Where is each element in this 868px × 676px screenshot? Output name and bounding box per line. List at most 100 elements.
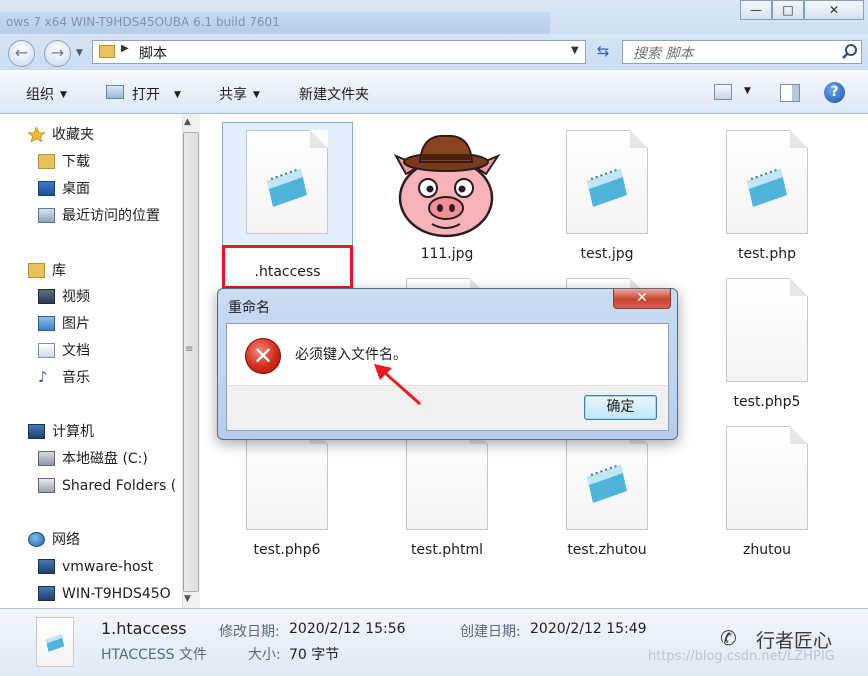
- command-bar: 组织 ▼ 打开 ▼ 共享 ▼ 新建文件夹 ▼ ?: [0, 72, 868, 114]
- navigation-pane: 收藏夹 下载 桌面 最近访问的位置 库 视频 图片 文档 ♪ 音乐 计算机 本地…: [0, 114, 200, 608]
- document-icon: [566, 426, 648, 530]
- star-icon: [28, 127, 45, 142]
- document-icon: [726, 130, 808, 234]
- file-name: test.php: [738, 246, 796, 262]
- ok-button[interactable]: 确定: [584, 395, 657, 420]
- videos-icon: [38, 289, 55, 304]
- computer-icon: [28, 424, 45, 439]
- music-icon: ♪: [38, 368, 48, 386]
- dialog-message: 必须键入文件名。: [295, 347, 407, 363]
- rename-input[interactable]: .htaccess: [222, 245, 353, 289]
- open-menu[interactable]: 打开 ▼: [132, 84, 181, 104]
- new-folder-button[interactable]: 新建文件夹: [299, 84, 369, 104]
- organize-label: 组织: [26, 87, 54, 103]
- status-filename: 1.htaccess: [101, 619, 187, 638]
- sidebar-item-downloads[interactable]: 下载: [0, 149, 182, 175]
- size-value: 70 字节: [289, 647, 340, 663]
- blank-file-icon: [246, 426, 328, 530]
- file-item-test-php5[interactable]: test.php5: [702, 270, 832, 420]
- search-placeholder: 搜索 脚本: [633, 46, 694, 62]
- shared-folders-icon: [38, 478, 55, 493]
- notepad-icon: [267, 168, 307, 207]
- search-icon[interactable]: [841, 43, 859, 61]
- sidebar-item-computer[interactable]: 计算机: [0, 419, 182, 445]
- search-input[interactable]: 搜索 脚本: [622, 40, 862, 64]
- recent-pages-chevron-icon[interactable]: ▼: [76, 48, 83, 58]
- blank-file-icon: [726, 278, 808, 382]
- scroll-down-icon[interactable]: ▼: [184, 594, 191, 604]
- document-icon: [566, 130, 648, 234]
- document-icon: [246, 130, 328, 234]
- preview-pane-icon[interactable]: [780, 84, 800, 102]
- sidebar-item-favorites[interactable]: 收藏夹: [0, 122, 182, 148]
- wechat-logo-icon: ✆: [720, 626, 737, 650]
- address-bar[interactable]: ▶ 脚本 ▼: [92, 40, 586, 64]
- refresh-icon[interactable]: ⇆: [590, 40, 616, 64]
- local-disk-icon: [38, 451, 55, 466]
- back-button[interactable]: ←: [8, 40, 35, 67]
- scroll-up-icon[interactable]: ▲: [184, 117, 191, 127]
- help-icon[interactable]: ?: [824, 82, 845, 103]
- sidebar-item-videos[interactable]: 视频: [0, 284, 182, 310]
- sidebar-item-shared-folders[interactable]: Shared Folders (: [0, 473, 182, 499]
- breadcrumb-current[interactable]: 脚本: [139, 43, 167, 63]
- change-view-icon[interactable]: [714, 84, 732, 100]
- annotation-arrow-icon: [374, 364, 421, 406]
- file-item-test-jpg[interactable]: test.jpg: [542, 122, 672, 272]
- share-label: 共享: [219, 87, 247, 103]
- minimize-button[interactable]: —: [740, 0, 772, 20]
- sidebar-item-music[interactable]: ♪ 音乐: [0, 365, 182, 391]
- file-item-test-phtml[interactable]: test.phtml: [382, 418, 512, 568]
- pictures-icon: [38, 316, 55, 331]
- file-item-111-jpg[interactable]: 111.jpg: [382, 122, 512, 272]
- dialog-close-button[interactable]: ✕: [613, 289, 671, 309]
- sidebar-item-network[interactable]: 网络: [0, 527, 182, 553]
- view-options-chevron-icon[interactable]: ▼: [744, 86, 751, 96]
- sidebar-item-label: 最近访问的位置: [62, 208, 160, 224]
- close-window-button[interactable]: ✕: [804, 0, 864, 20]
- sidebar-item-vmware-host[interactable]: vmware-host: [0, 554, 182, 580]
- share-menu[interactable]: 共享 ▼: [219, 84, 260, 104]
- notepad-icon: [587, 464, 627, 503]
- file-name: 111.jpg: [420, 246, 474, 262]
- chevron-down-icon: ▼: [253, 90, 260, 100]
- sidebar-item-desktop[interactable]: 桌面: [0, 176, 182, 202]
- desktop-icon: [38, 181, 55, 196]
- network-icon: [28, 532, 45, 547]
- dialog-title: 重命名: [228, 300, 270, 316]
- created-label: 创建日期:: [460, 624, 521, 640]
- sidebar-item-label: vmware-host: [62, 559, 154, 575]
- file-item-test-php6[interactable]: test.php6: [222, 418, 352, 568]
- sidebar-item-label: 桌面: [62, 181, 90, 197]
- maximize-button[interactable]: □: [772, 0, 804, 20]
- breadcrumb-arrow-icon[interactable]: ▶: [121, 43, 129, 54]
- notepad-icon: [45, 634, 65, 652]
- watermark-url: https://blog.csdn.net/LZHPIG: [648, 649, 835, 664]
- sidebar-item-pictures[interactable]: 图片: [0, 311, 182, 337]
- pig-image-thumbnail: [390, 130, 502, 240]
- sidebar-item-documents[interactable]: 文档: [0, 338, 182, 364]
- notepad-icon: [587, 168, 627, 207]
- file-item-test-zhutou[interactable]: test.zhutou: [542, 418, 672, 568]
- file-item-zhutou[interactable]: zhutou: [702, 418, 832, 568]
- sidebar-item-label: 下载: [62, 154, 90, 170]
- open-icon: [106, 85, 124, 99]
- file-name: test.jpg: [580, 246, 634, 262]
- rename-error-dialog: 重命名 ✕ ✕ 必须键入文件名。 确定: [217, 288, 678, 440]
- sidebar-item-win-host[interactable]: WIN-T9HDS45O: [0, 581, 182, 607]
- notepad-icon: [747, 168, 787, 207]
- file-item-test-php[interactable]: test.php: [702, 122, 832, 272]
- sidebar-item-label: 图片: [62, 316, 90, 332]
- file-name: test.zhutou: [567, 542, 647, 558]
- organize-menu[interactable]: 组织 ▼: [26, 84, 67, 104]
- address-dropdown-icon[interactable]: ▼: [571, 45, 579, 56]
- sidebar-item-recent-places[interactable]: 最近访问的位置: [0, 203, 182, 229]
- network-computer-icon: [38, 559, 55, 574]
- file-name: test.php6: [253, 542, 321, 558]
- sidebar-item-local-disk[interactable]: 本地磁盘 (C:): [0, 446, 182, 472]
- recent-places-icon: [38, 208, 55, 223]
- sidebar-scrollbar-thumb[interactable]: [183, 132, 199, 592]
- documents-icon: [38, 343, 55, 358]
- sidebar-item-libraries[interactable]: 库: [0, 258, 182, 284]
- forward-button[interactable]: →: [44, 40, 71, 67]
